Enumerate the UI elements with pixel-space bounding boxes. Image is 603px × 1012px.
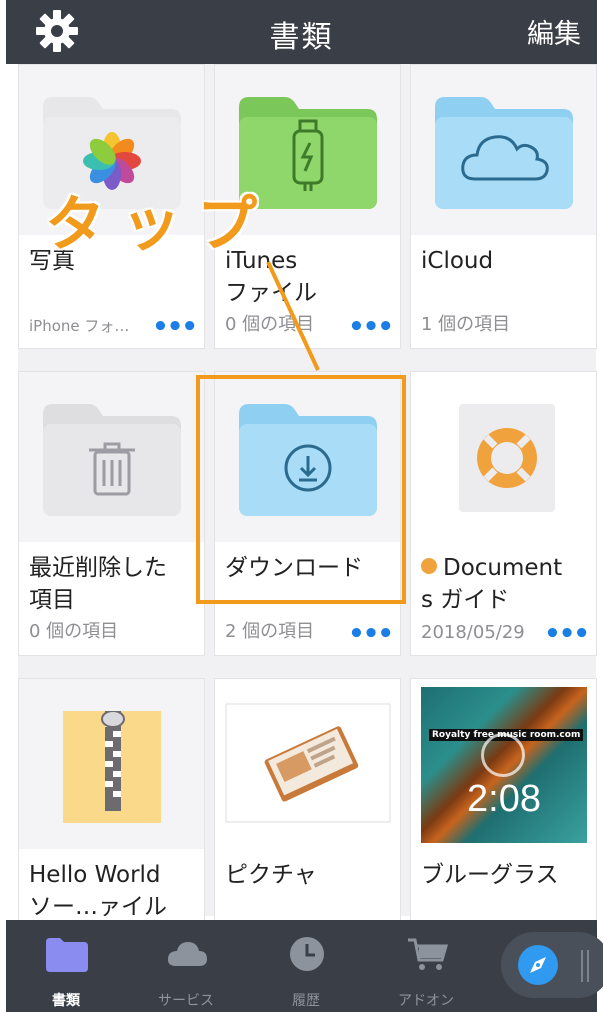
item-meta: 1 個の項目: [421, 314, 511, 335]
tab-documents[interactable]: 書類: [16, 920, 116, 1012]
edit-button[interactable]: 編集: [527, 12, 581, 51]
item-name: ブルーグラス: [421, 862, 559, 888]
item-name: iCloud: [421, 248, 494, 274]
cloud-folder-icon: [435, 97, 573, 209]
page-title: 書類: [269, 20, 334, 55]
browser-button[interactable]: [501, 932, 603, 998]
picture-thumbnail: [225, 703, 391, 823]
item-icloud[interactable]: iCloud 1 個の項目: [410, 64, 597, 349]
more-options-icon[interactable]: •••: [152, 314, 198, 340]
item-name: ピクチャ: [225, 862, 317, 888]
item-recently-deleted[interactable]: 最近削除した 項目 0 個の項目: [18, 371, 205, 656]
cloud-icon: [167, 942, 207, 966]
item-name: 最近削除した 項目: [29, 555, 167, 613]
video-duration: 2:08: [467, 778, 541, 820]
item-meta: 0 個の項目: [225, 314, 315, 335]
drag-handle-icon[interactable]: [579, 948, 593, 984]
more-options-icon[interactable]: •••: [348, 621, 394, 647]
status-dot: [421, 558, 437, 574]
item-name: Document s ガイド: [421, 555, 563, 613]
zip-file-icon: [63, 711, 161, 823]
tab-services[interactable]: サービス: [136, 920, 236, 1012]
more-options-icon[interactable]: •••: [348, 314, 394, 340]
item-name: Hello World ソー…ァイル: [29, 862, 167, 920]
clock-icon: [290, 937, 324, 971]
item-meta: 2 個の項目: [225, 621, 315, 642]
item-meta: 0 個の項目: [29, 621, 119, 642]
download-folder-icon: [239, 404, 377, 516]
navigation-bar: 書類 編集: [6, 0, 597, 64]
lifebuoy-icon: [459, 404, 555, 512]
more-options-icon[interactable]: •••: [544, 621, 590, 647]
video-thumbnail: Royalty free music room.com 2:08: [421, 687, 587, 843]
folder-icon: [46, 938, 88, 972]
item-meta: 2018/05/29: [421, 622, 525, 643]
cart-icon: [408, 938, 448, 970]
tap-annotation: タップ: [45, 190, 273, 260]
play-icon[interactable]: [481, 733, 525, 777]
item-name: ダウンロード: [225, 555, 363, 581]
tab-addons[interactable]: アドオン: [376, 920, 476, 1012]
trash-folder-icon: [43, 404, 181, 516]
compass-icon: [518, 945, 558, 985]
item-downloads[interactable]: ダウンロード 2 個の項目 •••: [214, 371, 401, 656]
item-meta: iPhone フォ…: [29, 317, 130, 335]
tab-bar: 書類 サービス 履歴 アドオン: [6, 920, 603, 1012]
tab-history[interactable]: 履歴: [256, 920, 356, 1012]
item-documents-guide[interactable]: Document s ガイド 2018/05/29 •••: [410, 371, 597, 656]
